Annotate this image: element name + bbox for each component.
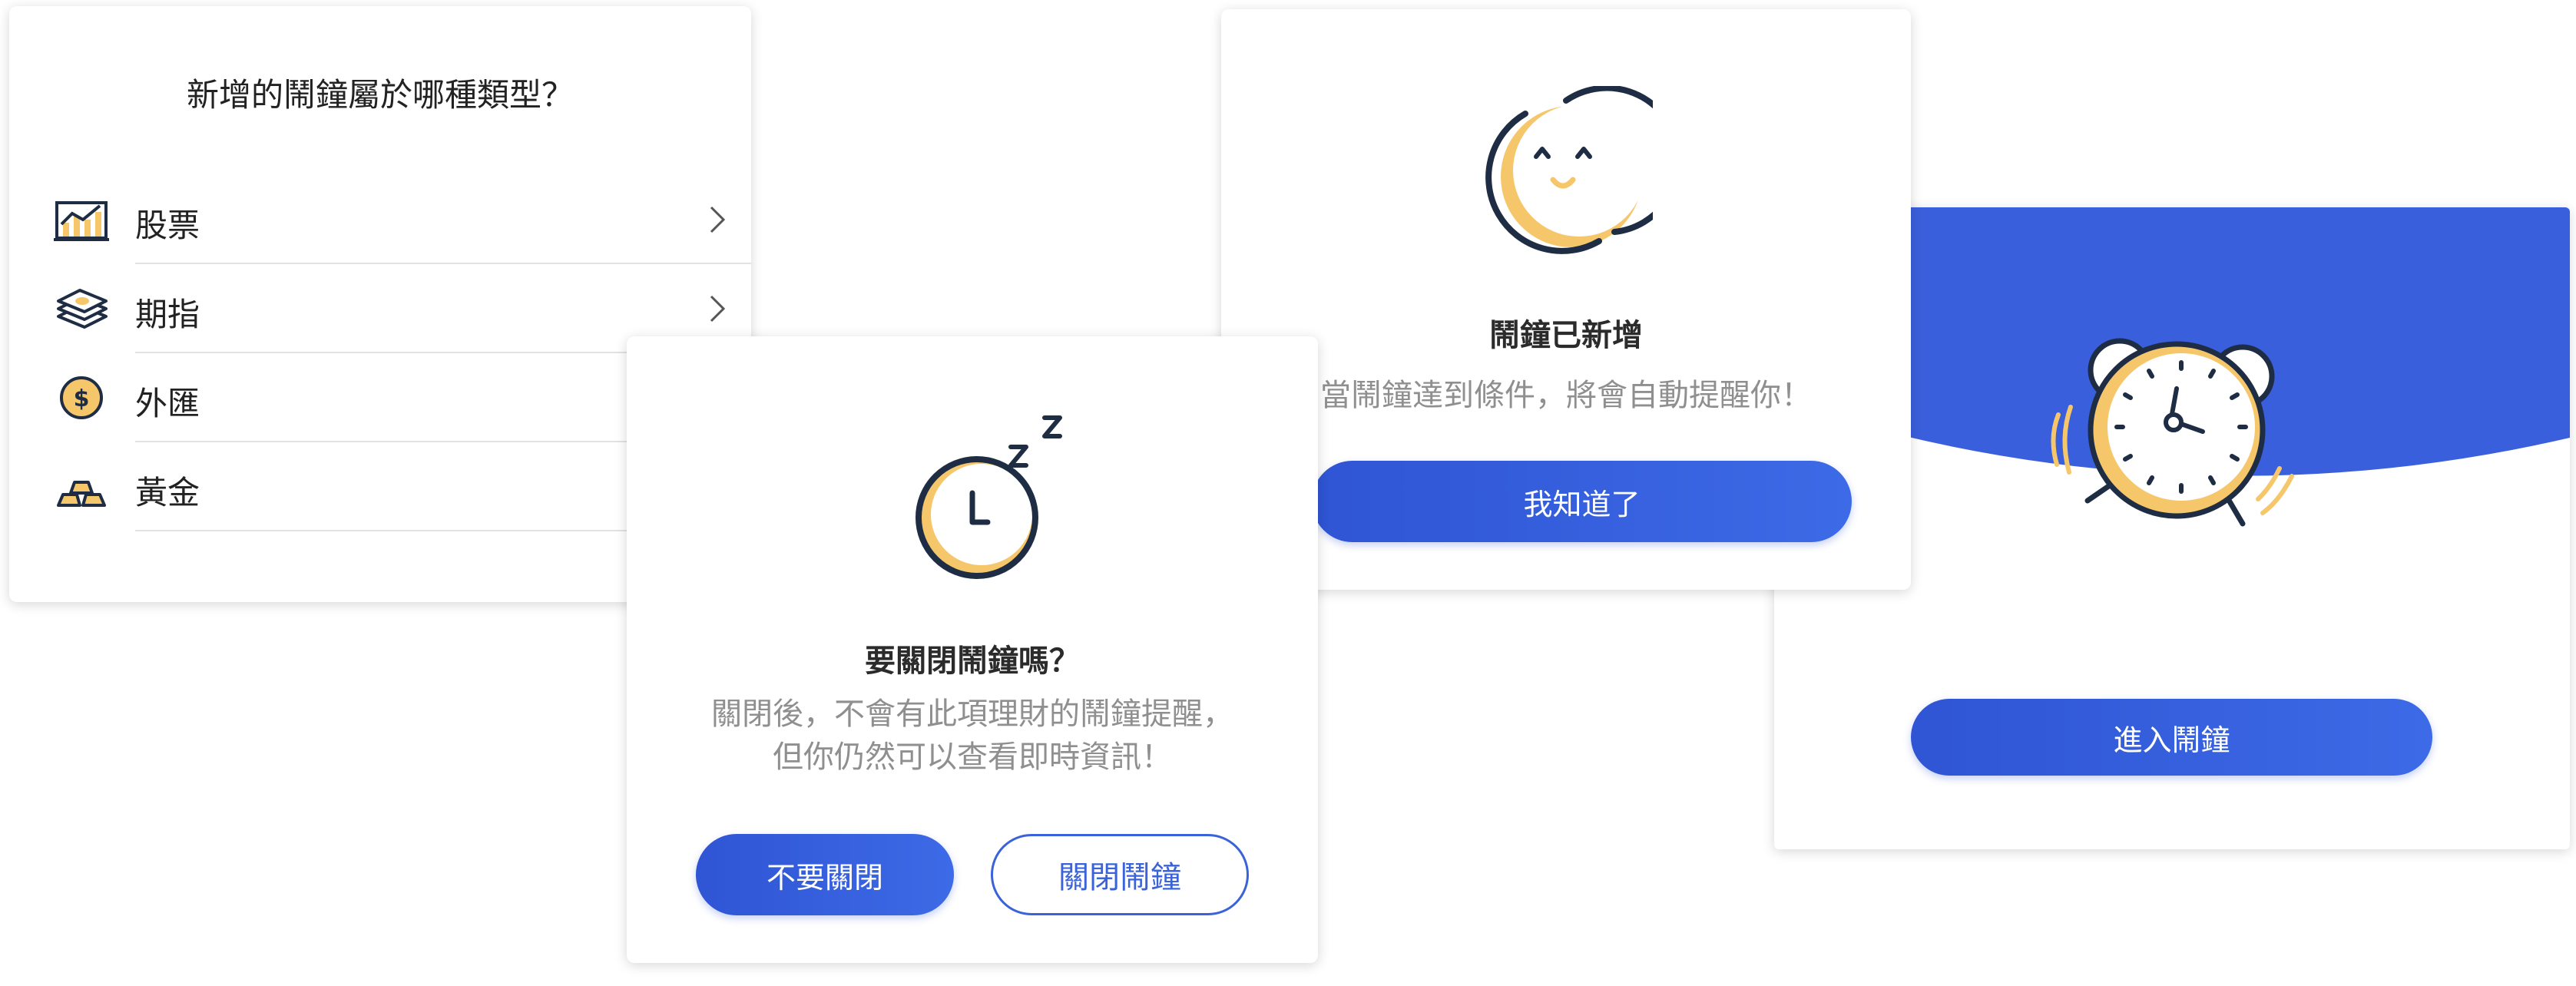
close-alarm-button[interactable]: 關閉鬧鐘: [991, 834, 1249, 915]
keep-alarm-button[interactable]: 不要關閉: [696, 834, 954, 915]
ringing-alarm-clock-icon: [2051, 338, 2294, 527]
chevron-right-icon: [710, 206, 726, 233]
type-item-gold-label: 黃金: [135, 474, 200, 511]
ok-button[interactable]: 我知道了: [1312, 461, 1852, 542]
enter-alarm-button[interactable]: 進入鬧鐘: [1911, 699, 2432, 776]
sleeping-clock-icon: [916, 415, 1062, 579]
alarm-added-message: 當鬧鐘達到條件，將會自動提醒你！: [1320, 378, 1812, 413]
close-alarm-message-line2: 但你仍然可以查看即時資訊！: [773, 740, 1172, 775]
close-alarm-message-line1: 關閉後，不會有此項理財的鬧鐘提醒，: [711, 696, 1233, 732]
gold-bars-icon: [57, 481, 106, 507]
alarm-added-card: 鬧鐘已新增 當鬧鐘達到條件，將會自動提醒你！ 我知道了: [1221, 9, 1911, 590]
dollar-coin-icon: $: [60, 376, 103, 419]
smiling-face-icon: [1485, 86, 1653, 254]
type-item-stock-label: 股票: [135, 207, 200, 244]
close-alarm-heading: 要關閉鬧鐘嗎？: [865, 644, 1080, 679]
chevron-right-icon: [710, 295, 726, 323]
type-item-futures-label: 期指: [135, 296, 200, 333]
close-alarm-message: 關閉後，不會有此項理財的鬧鐘提醒， 但你仍然可以查看即時資訊！: [627, 693, 1318, 779]
banknote-stack-icon: [57, 289, 108, 329]
close-alarm-dialog: 要關閉鬧鐘嗎？ 關閉後，不會有此項理財的鬧鐘提醒， 但你仍然可以查看即時資訊！ …: [627, 336, 1318, 963]
svg-text:$: $: [74, 385, 90, 412]
alarm-added-heading: 鬧鐘已新增: [1489, 318, 1643, 353]
alarm-type-title: 新增的鬧鐘屬於哪種類型？: [186, 76, 574, 114]
stock-chart-icon: [54, 201, 109, 241]
type-item-stock[interactable]: 股票: [9, 175, 751, 264]
type-item-forex-label: 外匯: [135, 385, 200, 422]
